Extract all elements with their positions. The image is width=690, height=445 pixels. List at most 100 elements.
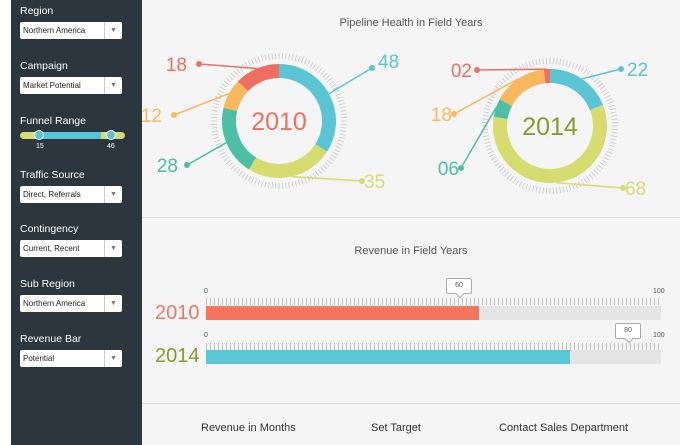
donut-tick bbox=[225, 77, 232, 83]
chevron-down-icon: ▼ bbox=[104, 77, 122, 94]
donut-tick bbox=[538, 58, 541, 65]
donut-tick bbox=[213, 136, 220, 139]
donut-segment bbox=[222, 107, 257, 170]
revenue-title: Revenue in Field Years bbox=[354, 245, 468, 257]
donut-tick bbox=[568, 61, 572, 68]
donut-tick bbox=[219, 151, 226, 156]
bar-ticks-2010 bbox=[206, 298, 661, 305]
donut-tick bbox=[254, 57, 258, 64]
donut-tick bbox=[340, 113, 347, 115]
footer-contact-sales[interactable]: Contact Sales Department bbox=[499, 422, 628, 434]
sub-region-select[interactable]: Northern America ▼ bbox=[20, 295, 122, 312]
range-max-handle[interactable] bbox=[106, 130, 116, 140]
donut-tick bbox=[233, 70, 238, 76]
donut-tick bbox=[337, 139, 344, 143]
section-divider bbox=[142, 217, 680, 218]
donut-tick bbox=[515, 179, 520, 186]
donut-tick bbox=[611, 118, 618, 120]
donut-tick bbox=[586, 70, 591, 77]
donut-tick bbox=[606, 150, 613, 155]
revenue-bar-value: Potential bbox=[23, 354, 55, 363]
donut-tick bbox=[285, 182, 287, 189]
donut-tick bbox=[294, 55, 297, 62]
donut-tick bbox=[250, 177, 255, 184]
donut-tick bbox=[605, 94, 611, 99]
donut-tick bbox=[264, 181, 267, 188]
donut-tick bbox=[221, 154, 228, 159]
donut-tick bbox=[484, 108, 491, 111]
donut-tick bbox=[588, 173, 594, 180]
donut-tick bbox=[486, 147, 493, 151]
revenue-bar-2014 bbox=[206, 350, 570, 364]
revenue-bar-select[interactable]: Potential ▼ bbox=[20, 350, 122, 367]
donut-tick bbox=[211, 127, 218, 129]
scale-max-2014: 100 bbox=[653, 332, 665, 339]
bar-year-2010: 2010 bbox=[155, 302, 200, 324]
range-min-handle[interactable] bbox=[34, 130, 44, 140]
donut-tick bbox=[241, 172, 246, 179]
donut-tick bbox=[494, 162, 501, 167]
donut-tick bbox=[595, 167, 601, 172]
donut-tick bbox=[228, 75, 234, 80]
donut-tick bbox=[254, 178, 258, 185]
funnel-range-slider[interactable]: 15 46 bbox=[20, 130, 125, 150]
range-fill bbox=[39, 132, 101, 139]
donut-tick bbox=[485, 144, 492, 148]
donut-tick bbox=[338, 136, 345, 139]
donut-tick bbox=[326, 77, 333, 83]
donut-tick bbox=[250, 58, 255, 65]
donut-tick bbox=[337, 99, 344, 103]
revenue-bar-track-2014 bbox=[206, 350, 661, 364]
leader-dot bbox=[369, 65, 375, 71]
campaign-value: Market Potential bbox=[23, 81, 81, 90]
donut-tick bbox=[528, 61, 532, 68]
funnel-filter: Funnel Range bbox=[20, 115, 134, 128]
revenue-bar-track-2010 bbox=[206, 306, 661, 320]
donut-tick bbox=[562, 186, 565, 193]
donut-tick bbox=[486, 101, 493, 105]
leader-line bbox=[198, 63, 257, 70]
traffic-source-select[interactable]: Direct, Referrals ▼ bbox=[20, 186, 122, 203]
donut-tick bbox=[556, 58, 558, 65]
donut-tick bbox=[335, 92, 342, 97]
footer-revenue-months[interactable]: Revenue in Months bbox=[201, 422, 296, 434]
region-select[interactable]: Northern America ▼ bbox=[20, 22, 122, 39]
donut-tick bbox=[593, 169, 599, 175]
donut-tick bbox=[324, 162, 330, 167]
footer-set-target[interactable]: Set Target bbox=[371, 422, 421, 434]
donut-tick bbox=[221, 83, 228, 88]
donut-tick bbox=[605, 153, 611, 158]
segment-value-label: 35 bbox=[364, 172, 385, 193]
donut-tick bbox=[257, 56, 261, 63]
donut-tick bbox=[264, 54, 267, 61]
region-value: Northern America bbox=[23, 26, 86, 35]
donut-tick bbox=[235, 168, 241, 175]
campaign-select[interactable]: Market Potential ▼ bbox=[20, 77, 122, 94]
donut-tick bbox=[607, 147, 614, 151]
donut-tick bbox=[483, 111, 490, 114]
leader-dot bbox=[618, 66, 624, 72]
donut-tick bbox=[332, 151, 339, 156]
segment-value-label: 68 bbox=[625, 179, 646, 200]
leader-line bbox=[186, 142, 227, 166]
donut-tick bbox=[317, 168, 323, 175]
donut-tick bbox=[501, 77, 507, 83]
donut-segment bbox=[238, 64, 280, 92]
contingency-select[interactable]: Current, Recent ▼ bbox=[20, 240, 122, 257]
contingency-value: Current, Recent bbox=[23, 244, 80, 253]
donut-tick bbox=[611, 114, 618, 117]
revenue-bar-2010 bbox=[206, 306, 479, 320]
donut-segment bbox=[499, 69, 546, 107]
donut-tick bbox=[233, 166, 238, 172]
donut-tick bbox=[504, 75, 509, 81]
donut-tick bbox=[607, 101, 614, 105]
donut-tick bbox=[215, 142, 222, 146]
donut-tick bbox=[261, 55, 264, 62]
donut-tick bbox=[532, 60, 535, 67]
donut-tick bbox=[212, 106, 219, 109]
donut-tick bbox=[315, 65, 320, 72]
contingency-filter: Contingency Current, Recent ▼ bbox=[20, 223, 134, 257]
donut-tick bbox=[320, 166, 325, 172]
donut-tick bbox=[499, 167, 505, 172]
donut-tick bbox=[565, 60, 568, 67]
